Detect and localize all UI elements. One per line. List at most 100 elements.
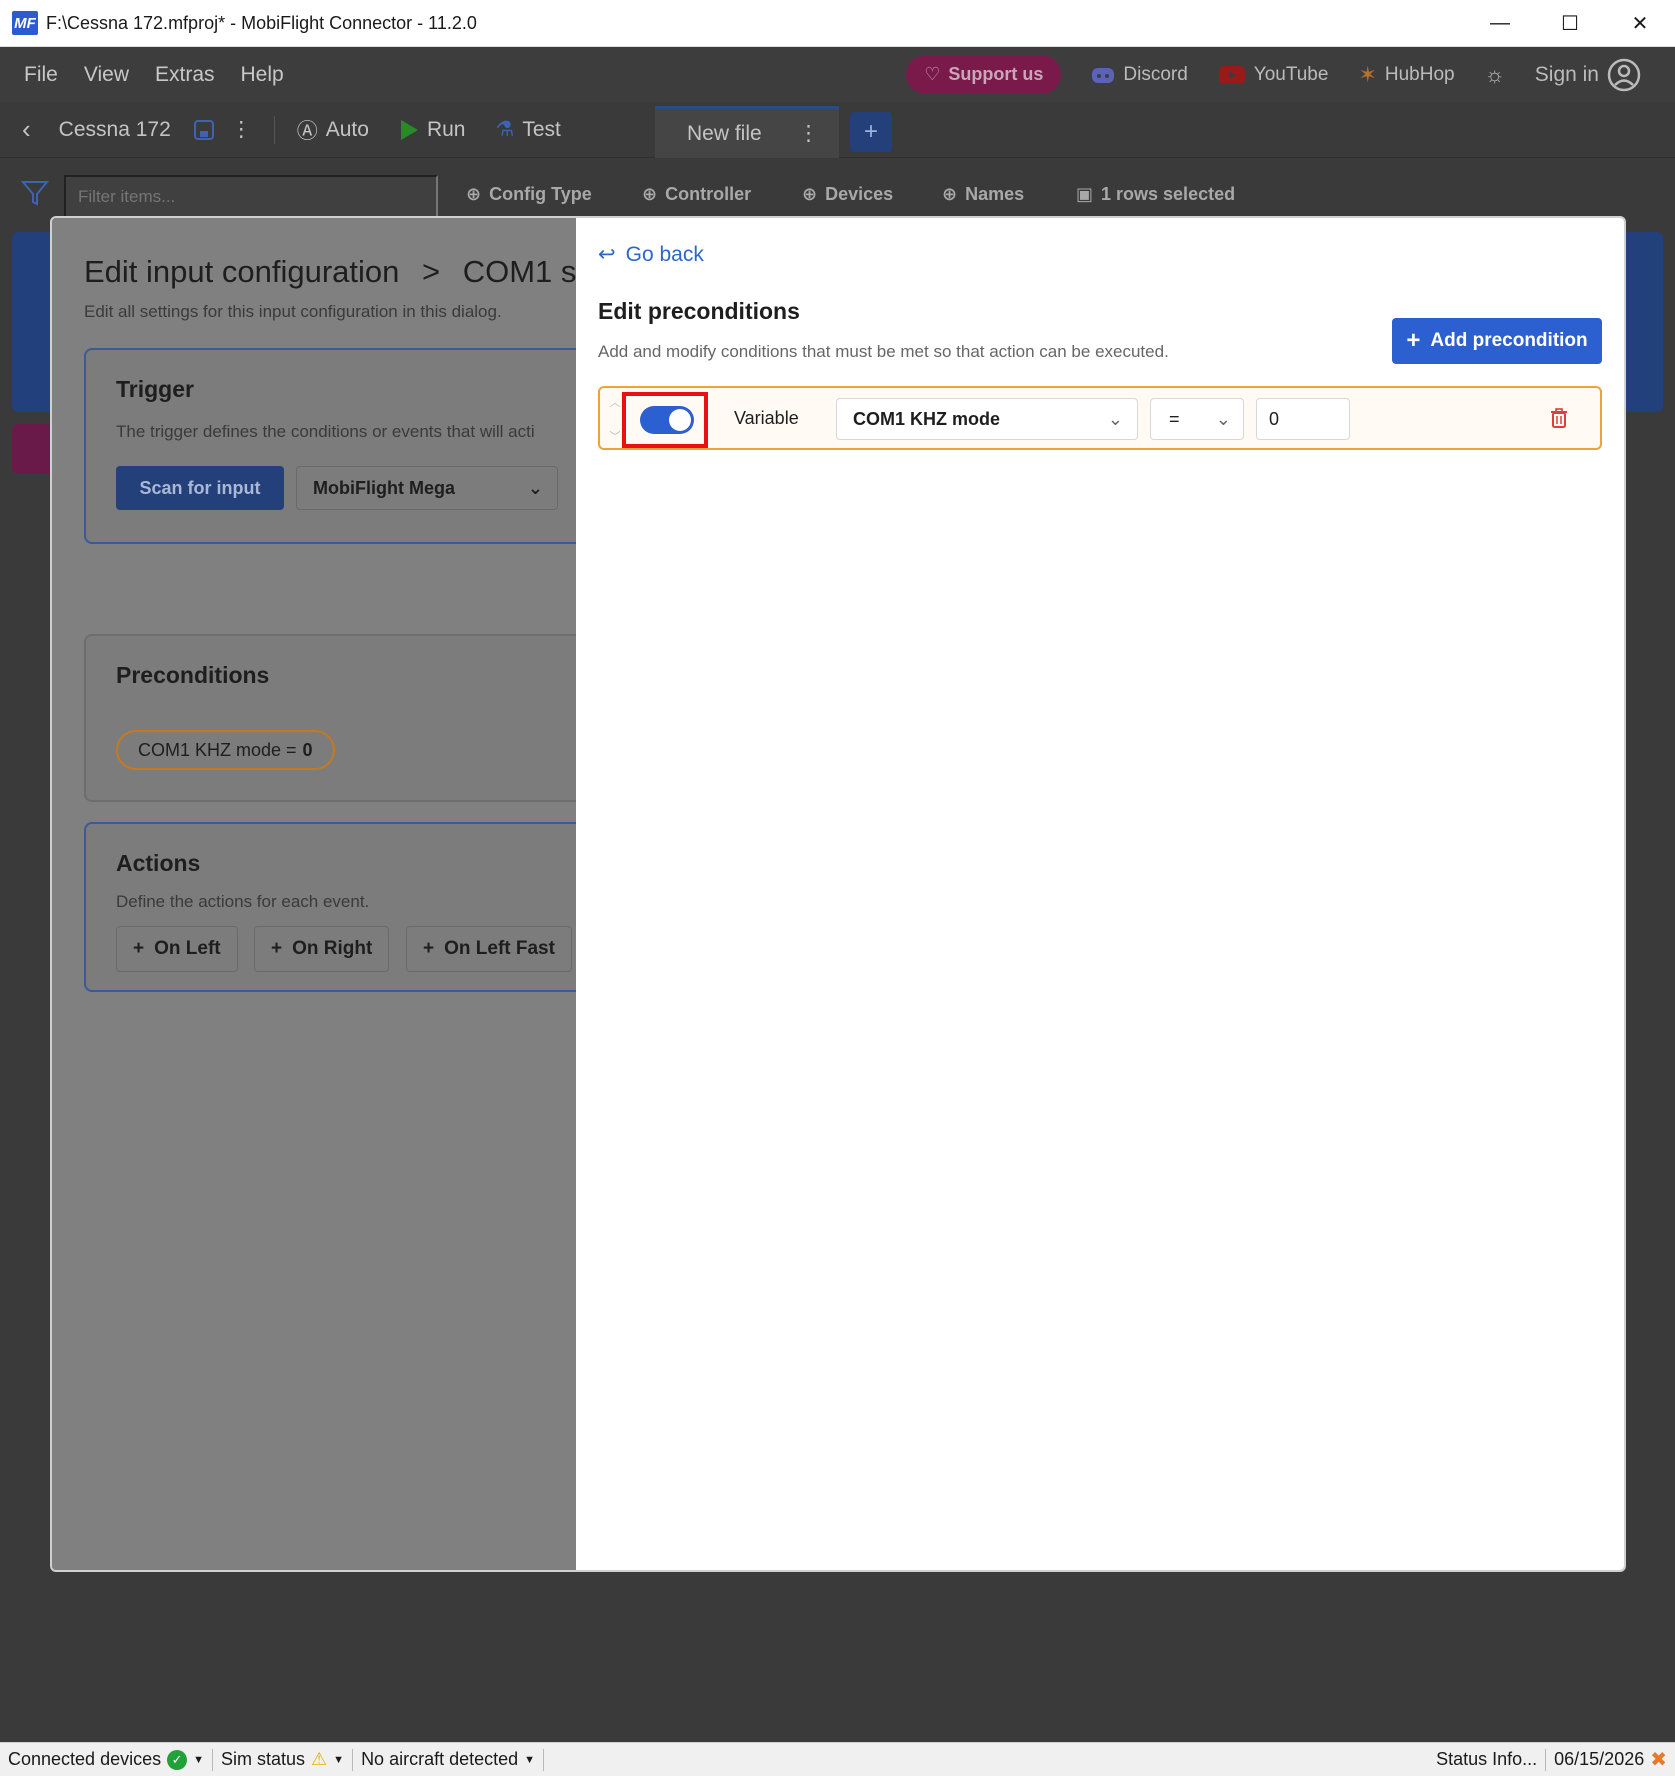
operator-select-value: = [1169,408,1180,429]
edit-preconditions-panel: ↩ Go back Edit preconditions Add and mod… [576,218,1624,1570]
theme-toggle-sun-icon[interactable]: ☼ [1485,62,1505,88]
chevron-down-icon: ⌄ [1215,408,1231,429]
youtube-link[interactable]: YouTube [1218,63,1329,86]
filter-devices-label: Devices [825,183,894,204]
close-button[interactable]: ✕ [1605,0,1675,46]
project-more-icon[interactable]: ⋮ [231,117,252,142]
device-select-value: MobiFlight Mega [313,477,455,498]
add-precondition-label: Add precondition [1430,330,1588,351]
plus-icon: + [423,938,435,959]
status-date: 06/15/2026 ✖ [1546,1749,1675,1771]
status-bar: Connected devices ✓ ▼ Sim status ⚠ ▼ No … [0,1742,1675,1776]
aircraft-status-label: No aircraft detected [361,1749,519,1769]
youtube-label: YouTube [1253,63,1329,85]
actions-card: Actions Define the actions for each even… [84,822,594,992]
trigger-description: The trigger defines the conditions or ev… [116,422,535,441]
check-icon: ✓ [167,1749,188,1770]
connected-devices-status[interactable]: Connected devices ✓ ▼ [0,1748,213,1771]
test-button[interactable]: ⚗ Test [495,117,560,142]
flask-icon: ⚗ [495,118,515,141]
status-info[interactable]: Status Info... [1428,1748,1547,1771]
filter-controller[interactable]: ⊕ Controller [642,174,751,214]
breadcrumb-chevron-icon: > [422,254,441,289]
dialog-description: Edit all settings for this input configu… [84,302,502,321]
on-left-fast-label: On Left Fast [444,938,555,959]
user-avatar-icon [1607,58,1641,91]
tab-new-file-label: New file [687,121,762,145]
heart-icon: ♡ [924,64,941,84]
preconditions-card: Preconditions COM1 KHZ mode = 0 [84,634,594,802]
notification-icon[interactable]: ✖ [1650,1747,1667,1772]
plus-icon: + [271,938,283,959]
hubhop-label: HubHop [1384,63,1455,85]
dialog-title: Edit input configuration > COM1 st [84,254,585,290]
filter-devices[interactable]: ⊕ Devices [802,174,893,214]
filter-config-type[interactable]: ⊕ Config Type [466,174,592,214]
chevron-down-icon: ﹀ [609,431,621,443]
precondition-chip[interactable]: COM1 KHZ mode = 0 [116,730,335,770]
filter-input[interactable] [64,175,438,217]
menu-extras[interactable]: Extras [155,63,215,87]
device-select[interactable]: MobiFlight Mega ⌄ [296,466,558,510]
connected-devices-label: Connected devices [8,1749,162,1769]
caret-down-icon: ▼ [193,1753,204,1766]
sign-in-button[interactable]: Sign in [1535,58,1641,92]
play-icon [400,119,418,140]
on-left-label: On Left [154,938,221,959]
aircraft-status[interactable]: No aircraft detected ▼ [353,1748,545,1771]
add-circle-icon: ⊕ [466,183,482,204]
run-label: Run [426,117,466,141]
on-left-fast-button[interactable]: + On Left Fast [406,926,572,972]
edit-input-dialog: Edit input configuration > COM1 st Edit … [50,216,1626,1572]
window-title: F:\Cessna 172.mfproj* - MobiFlight Conne… [46,12,477,33]
delete-trash-icon[interactable] [1550,408,1568,433]
tab-new-file[interactable]: New file ⋮ [655,106,839,158]
on-right-label: On Right [292,938,373,959]
preconditions-title: Preconditions [116,662,270,688]
auto-button[interactable]: Ⓐ Auto [297,115,369,145]
go-back-label: Go back [625,242,704,266]
plus-icon: + [1406,327,1421,354]
precondition-value-input[interactable] [1256,398,1350,440]
toggle-knob [669,409,691,431]
discord-link[interactable]: Discord [1091,64,1188,86]
variable-select[interactable]: COM1 KHZ mode ⌄ [836,398,1138,440]
add-precondition-button[interactable]: + Add precondition [1392,318,1602,364]
dialog-left-pane: Edit input configuration > COM1 st Edit … [52,218,594,1570]
filter-config-type-label: Config Type [489,183,592,204]
return-arrow-icon: ↩ [598,243,616,266]
support-us-button[interactable]: ♡ Support us [906,55,1062,94]
save-icon[interactable] [193,119,215,141]
tab-more-icon[interactable]: ⋮ [798,121,819,146]
menu-bar: File View Extras Help ♡ Support us Disco… [0,47,1675,102]
on-right-button[interactable]: + On Right [254,926,390,972]
filter-names[interactable]: ⊕ Names [942,174,1024,214]
maximize-button[interactable]: ☐ [1535,0,1605,46]
project-name: Cessna 172 [58,117,171,141]
back-arrow-icon[interactable]: ‹ [22,114,31,145]
caret-down-icon: ▼ [524,1753,536,1766]
scan-for-input-button[interactable]: Scan for input [116,466,284,510]
minimize-button[interactable]: — [1465,0,1535,46]
on-left-button[interactable]: + On Left [116,926,238,972]
hubhop-link[interactable]: ✶ HubHop [1358,62,1454,88]
go-back-link[interactable]: ↩ Go back [598,242,704,267]
chevron-up-icon: ︿ [609,397,621,409]
filter-names-label: Names [965,183,1025,204]
dialog-title-text: Edit input configuration [84,254,400,289]
reorder-handle[interactable]: ︿ ﹀ [608,394,622,444]
precondition-enabled-toggle[interactable] [640,406,694,434]
sim-status[interactable]: Sim status ⚠ ▼ [213,1748,354,1771]
caret-down-icon: ▼ [333,1753,345,1766]
menu-view[interactable]: View [84,63,129,87]
trigger-card: Trigger The trigger defines the conditio… [84,348,594,544]
operator-select[interactable]: = ⌄ [1150,398,1244,440]
actions-description: Define the actions for each event. [116,892,370,911]
precondition-row: ︿ ﹀ Variable COM1 KHZ mode ⌄ = ⌄ [598,386,1602,450]
run-button[interactable]: Run [399,117,466,142]
plus-icon: + [133,938,145,959]
menu-file[interactable]: File [24,63,58,87]
edit-preconditions-title: Edit preconditions [598,298,800,324]
add-tab-button[interactable]: + [850,112,892,152]
menu-help[interactable]: Help [241,63,284,87]
